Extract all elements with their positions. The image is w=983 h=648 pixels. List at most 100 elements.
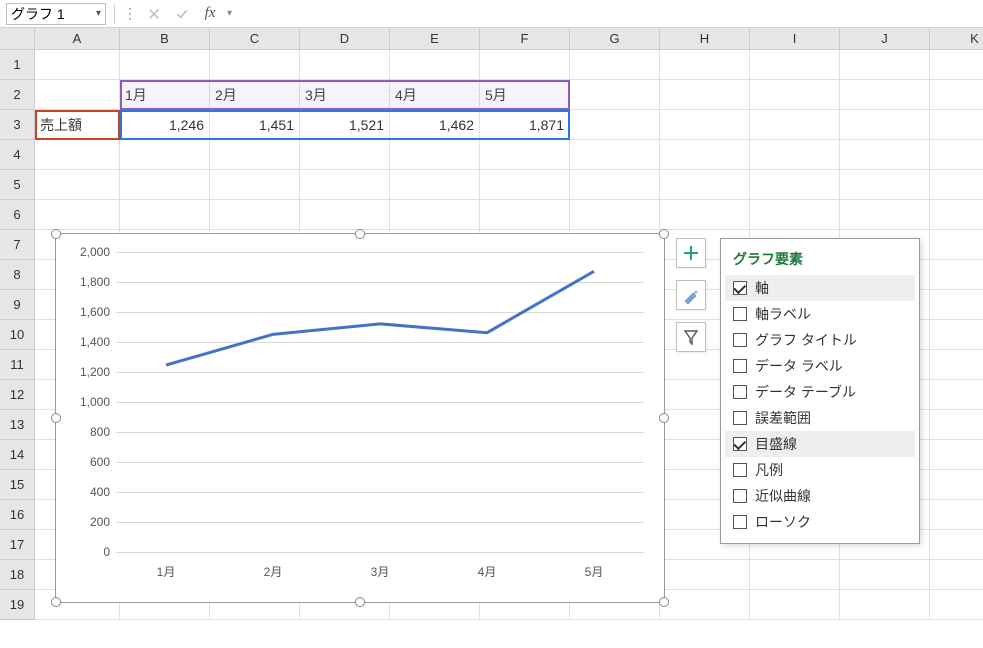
column-header[interactable]: K <box>930 28 983 50</box>
row-header[interactable]: 5 <box>0 170 35 200</box>
cell[interactable] <box>480 200 570 230</box>
cell[interactable] <box>930 290 983 320</box>
cancel-button[interactable] <box>143 3 165 25</box>
select-all-corner[interactable] <box>0 28 35 50</box>
row-header[interactable]: 1 <box>0 50 35 80</box>
resize-handle[interactable] <box>659 597 669 607</box>
cell[interactable] <box>480 50 570 80</box>
cell[interactable] <box>120 170 210 200</box>
cell[interactable] <box>300 200 390 230</box>
chart-elements-popup[interactable]: グラフ要素 軸軸ラベルグラフ タイトルデータ ラベルデータ テーブル誤差範囲目盛… <box>720 238 920 544</box>
cell[interactable] <box>840 50 930 80</box>
checkbox-icon[interactable] <box>733 333 747 347</box>
chart-element-option[interactable]: 目盛線 <box>725 431 915 457</box>
column-header[interactable]: B <box>120 28 210 50</box>
checkbox-icon[interactable] <box>733 463 747 477</box>
row-header[interactable]: 13 <box>0 410 35 440</box>
cell[interactable] <box>930 410 983 440</box>
cell[interactable] <box>570 80 660 110</box>
cell[interactable] <box>930 560 983 590</box>
chart-area[interactable]: 02004006008001,0001,2001,4001,6001,8002,… <box>66 242 654 592</box>
checkbox-icon[interactable] <box>733 307 747 321</box>
checkbox-icon[interactable] <box>733 385 747 399</box>
row-header[interactable]: 8 <box>0 260 35 290</box>
cell[interactable] <box>840 200 930 230</box>
chart-element-option[interactable]: 軸ラベル <box>725 301 915 327</box>
checkbox-icon[interactable] <box>733 359 747 373</box>
cell[interactable] <box>35 80 120 110</box>
cell[interactable]: 1,451 <box>210 110 300 140</box>
cell[interactable] <box>660 590 750 620</box>
column-header[interactable]: I <box>750 28 840 50</box>
fx-icon[interactable]: fx <box>199 3 221 25</box>
cell[interactable] <box>750 110 840 140</box>
cell[interactable] <box>660 170 750 200</box>
cell[interactable] <box>120 140 210 170</box>
series-line[interactable] <box>166 271 594 365</box>
row-header[interactable]: 12 <box>0 380 35 410</box>
cell[interactable] <box>390 170 480 200</box>
checkbox-icon[interactable] <box>733 515 747 529</box>
cell[interactable] <box>930 200 983 230</box>
cell[interactable] <box>210 50 300 80</box>
cell[interactable] <box>930 500 983 530</box>
resize-handle[interactable] <box>51 413 61 423</box>
row-header[interactable]: 19 <box>0 590 35 620</box>
cell[interactable] <box>930 380 983 410</box>
row-header[interactable]: 3 <box>0 110 35 140</box>
cell[interactable] <box>570 170 660 200</box>
cell[interactable] <box>210 170 300 200</box>
cell[interactable] <box>840 140 930 170</box>
cell[interactable] <box>750 590 840 620</box>
row-header[interactable]: 10 <box>0 320 35 350</box>
column-header[interactable]: G <box>570 28 660 50</box>
cell[interactable] <box>300 170 390 200</box>
cell[interactable] <box>930 350 983 380</box>
chart-element-option[interactable]: データ テーブル <box>725 379 915 405</box>
cell[interactable]: 4月 <box>390 80 480 110</box>
cell[interactable] <box>930 530 983 560</box>
chart-filters-button[interactable] <box>676 322 706 352</box>
cell[interactable] <box>570 140 660 170</box>
cell[interactable] <box>35 200 120 230</box>
row-header[interactable]: 14 <box>0 440 35 470</box>
cell[interactable] <box>840 590 930 620</box>
cell[interactable]: 1,246 <box>120 110 210 140</box>
row-header[interactable]: 17 <box>0 530 35 560</box>
column-header[interactable]: C <box>210 28 300 50</box>
row-header[interactable]: 4 <box>0 140 35 170</box>
cell[interactable] <box>840 170 930 200</box>
chart-element-option[interactable]: データ ラベル <box>725 353 915 379</box>
cell[interactable] <box>750 140 840 170</box>
cell[interactable] <box>210 200 300 230</box>
cell[interactable] <box>750 50 840 80</box>
checkbox-icon[interactable] <box>733 411 747 425</box>
cell[interactable]: 売上額 <box>35 110 120 140</box>
cell[interactable] <box>120 50 210 80</box>
cell[interactable] <box>660 50 750 80</box>
cell[interactable] <box>120 200 210 230</box>
more-icon[interactable]: ⋮ <box>123 5 137 22</box>
column-header[interactable]: E <box>390 28 480 50</box>
cell[interactable] <box>930 260 983 290</box>
chart-element-option[interactable]: 誤差範囲 <box>725 405 915 431</box>
resize-handle[interactable] <box>355 597 365 607</box>
resize-handle[interactable] <box>659 229 669 239</box>
cell[interactable] <box>300 50 390 80</box>
column-header[interactable]: H <box>660 28 750 50</box>
chart-element-option[interactable]: ローソク <box>725 509 915 535</box>
chart-element-option[interactable]: 軸 <box>725 275 915 301</box>
cell[interactable] <box>840 560 930 590</box>
resize-handle[interactable] <box>51 597 61 607</box>
column-header[interactable]: A <box>35 28 120 50</box>
enter-button[interactable] <box>171 3 193 25</box>
checkbox-icon[interactable] <box>733 437 747 451</box>
cell[interactable] <box>390 140 480 170</box>
chart-styles-button[interactable] <box>676 280 706 310</box>
cell[interactable] <box>930 80 983 110</box>
chart-element-option[interactable]: 凡例 <box>725 457 915 483</box>
cell[interactable] <box>840 80 930 110</box>
chart-elements-button[interactable] <box>676 238 706 268</box>
cell[interactable] <box>930 320 983 350</box>
resize-handle[interactable] <box>355 229 365 239</box>
